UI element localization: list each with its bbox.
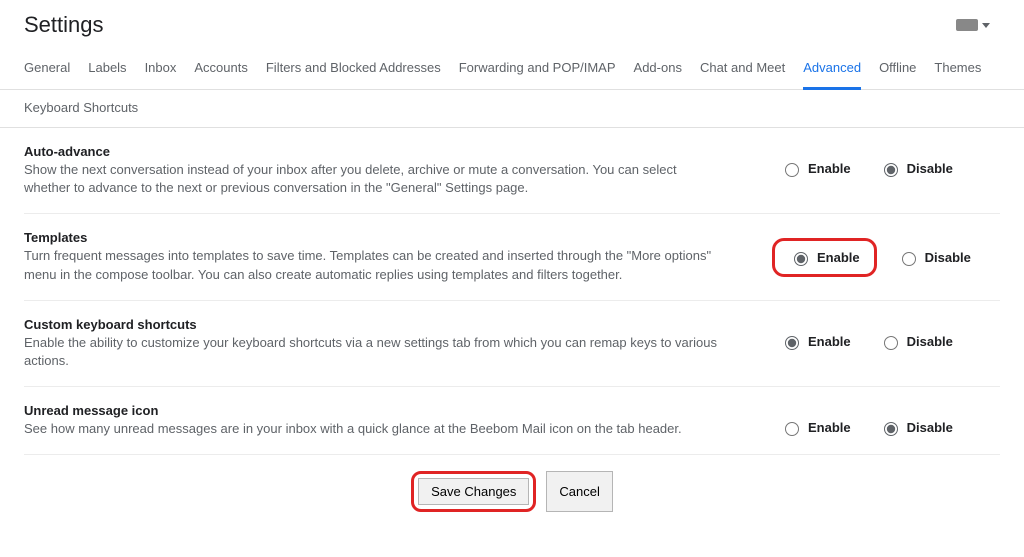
- option-label: Disable: [907, 334, 953, 349]
- highlight-annotation: Enable: [772, 238, 877, 277]
- auto-advance-enable[interactable]: Enable: [780, 160, 851, 177]
- auto-advance-disable[interactable]: Disable: [879, 160, 953, 177]
- tab-general[interactable]: General: [24, 54, 70, 89]
- radio-input[interactable]: [785, 336, 799, 350]
- setting-unread-icon: Unread message icon See how many unread …: [24, 387, 1000, 455]
- tab-keyboard-shortcuts[interactable]: Keyboard Shortcuts: [24, 100, 138, 115]
- templates-enable[interactable]: Enable: [789, 249, 860, 266]
- radio-input[interactable]: [884, 336, 898, 350]
- radio-input[interactable]: [785, 163, 799, 177]
- chevron-down-icon: [982, 23, 990, 28]
- footer-buttons: Save Changes Cancel: [24, 455, 1000, 536]
- input-tools-button[interactable]: [956, 19, 1000, 31]
- highlight-annotation: Save Changes: [411, 471, 536, 512]
- tab-forwarding[interactable]: Forwarding and POP/IMAP: [459, 54, 616, 89]
- advanced-settings-list: Auto-advance Show the next conversation …: [0, 128, 1024, 536]
- setting-title: Templates: [24, 230, 724, 245]
- unread-icon-enable[interactable]: Enable: [780, 419, 851, 436]
- templates-disable[interactable]: Disable: [897, 249, 971, 266]
- setting-desc: Turn frequent messages into templates to…: [24, 247, 724, 283]
- custom-shortcuts-enable[interactable]: Enable: [780, 333, 851, 350]
- tab-filters[interactable]: Filters and Blocked Addresses: [266, 54, 441, 89]
- page-title: Settings: [24, 12, 104, 38]
- setting-custom-shortcuts: Custom keyboard shortcuts Enable the abi…: [24, 301, 1000, 387]
- tab-chat[interactable]: Chat and Meet: [700, 54, 785, 89]
- radio-input[interactable]: [884, 163, 898, 177]
- settings-tabs-row2: Keyboard Shortcuts: [0, 90, 1024, 128]
- save-button[interactable]: Save Changes: [418, 478, 529, 505]
- option-label: Disable: [907, 420, 953, 435]
- setting-auto-advance: Auto-advance Show the next conversation …: [24, 128, 1000, 214]
- option-label: Enable: [817, 250, 860, 265]
- radio-input[interactable]: [785, 422, 799, 436]
- settings-tabs: General Labels Inbox Accounts Filters an…: [0, 44, 1024, 90]
- tab-offline[interactable]: Offline: [879, 54, 916, 89]
- unread-icon-disable[interactable]: Disable: [879, 419, 953, 436]
- radio-input[interactable]: [794, 252, 808, 266]
- tab-addons[interactable]: Add-ons: [634, 54, 682, 89]
- tab-accounts[interactable]: Accounts: [194, 54, 247, 89]
- tab-inbox[interactable]: Inbox: [145, 54, 177, 89]
- option-label: Enable: [808, 334, 851, 349]
- setting-desc: Enable the ability to customize your key…: [24, 334, 724, 370]
- setting-desc: Show the next conversation instead of yo…: [24, 161, 724, 197]
- custom-shortcuts-disable[interactable]: Disable: [879, 333, 953, 350]
- setting-desc: See how many unread messages are in your…: [24, 420, 724, 438]
- setting-templates: Templates Turn frequent messages into te…: [24, 214, 1000, 300]
- radio-input[interactable]: [902, 252, 916, 266]
- tab-labels[interactable]: Labels: [88, 54, 126, 89]
- option-label: Enable: [808, 161, 851, 176]
- setting-title: Unread message icon: [24, 403, 724, 418]
- option-label: Disable: [925, 250, 971, 265]
- option-label: Disable: [907, 161, 953, 176]
- setting-title: Auto-advance: [24, 144, 724, 159]
- option-label: Enable: [808, 420, 851, 435]
- keyboard-icon: [956, 19, 978, 31]
- radio-input[interactable]: [884, 422, 898, 436]
- cancel-button[interactable]: Cancel: [546, 471, 612, 512]
- setting-title: Custom keyboard shortcuts: [24, 317, 724, 332]
- tab-themes[interactable]: Themes: [934, 54, 981, 89]
- tab-advanced[interactable]: Advanced: [803, 54, 861, 90]
